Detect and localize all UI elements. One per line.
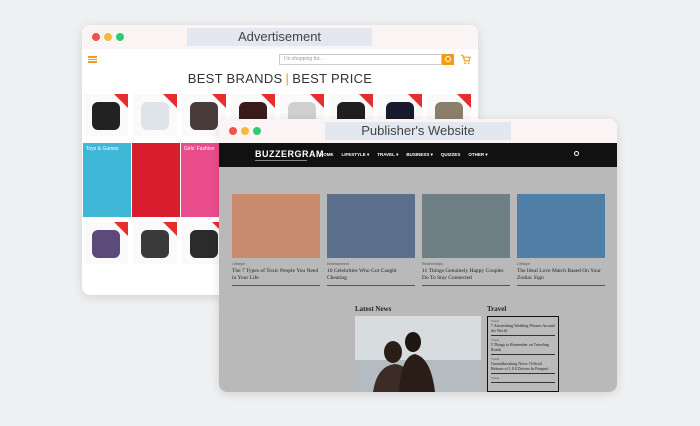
search-button[interactable] [442, 54, 454, 65]
headline-left: BEST BRANDS [187, 71, 283, 86]
travel-list: Travel 7 Astonishing Wedding Phrases Arou… [487, 316, 559, 392]
article-title[interactable]: The 7 Types of Toxic People You Need in … [232, 268, 320, 281]
article-category: Relationships [422, 262, 444, 266]
site-logo[interactable]: BUZZERGRAM [255, 149, 324, 159]
brands-headline: BEST BRANDS | BEST PRICE [82, 71, 478, 93]
product-tile[interactable] [133, 94, 177, 136]
article-underline [517, 285, 605, 286]
discount-badge [114, 94, 128, 108]
product-tile[interactable] [84, 94, 128, 136]
site-navbar: BUZZERGRAM HOME LIFESTYLE ▾ TRAVEL ▾ BUS… [219, 143, 617, 167]
article-category: Lifestyle [232, 262, 245, 266]
search-input[interactable]: I'm shopping for... [279, 54, 442, 65]
article-category: Lifestyle [517, 262, 530, 266]
article-image[interactable] [327, 194, 415, 258]
headline-right: BEST PRICE [292, 71, 373, 86]
article-underline [422, 285, 510, 286]
discount-badge [310, 94, 324, 108]
article-card[interactable]: Entertainment 10 Celebrities Who Got Caug… [327, 194, 415, 286]
product-tile[interactable] [84, 222, 128, 264]
nav-menu: HOME LIFESTYLE ▾ TRAVEL ▾ BUSINESS ▾ QUI… [320, 152, 488, 158]
article-card[interactable]: Lifestyle The Ideal Love Match Based On Y… [517, 194, 605, 286]
travel-item[interactable]: Travel [488, 374, 558, 383]
publisher-window: Publisher's Website BUZZERGRAM HOME LIFE… [219, 119, 617, 392]
discount-badge [163, 222, 177, 236]
discount-badge [261, 94, 275, 108]
article-title[interactable]: 11 Things Genuinely Happy Couples Do To … [422, 268, 510, 281]
ad-window-title: Advertisement [187, 28, 372, 46]
article-card[interactable]: Lifestyle The 7 Types of Toxic People You… [232, 194, 320, 286]
site-content: Lifestyle The 7 Types of Toxic People You… [219, 167, 617, 392]
discount-badge [359, 94, 373, 108]
discount-badge [212, 94, 226, 108]
maximize-dot-icon[interactable] [116, 33, 124, 41]
category-banner[interactable]: Toys & Games [83, 143, 131, 217]
logo-underline [255, 160, 307, 161]
discount-badge [457, 94, 471, 108]
nav-item-other[interactable]: OTHER ▾ [468, 152, 487, 158]
nav-item-business[interactable]: BUSINESS ▾ [406, 152, 433, 158]
travel-item-title[interactable]: 7 Astonishing Wedding Phrases Around the… [491, 323, 555, 333]
window-controls [92, 33, 124, 41]
minimize-dot-icon[interactable] [104, 33, 112, 41]
banner-title: Girls' Fashion [184, 146, 215, 152]
nav-item-quizzes[interactable]: QUIZZES [441, 152, 461, 158]
travel-heading: Travel [487, 305, 507, 313]
pub-window-title: Publisher's Website [325, 122, 511, 140]
latest-news-heading: Latest News [355, 305, 392, 313]
cart-icon[interactable] [460, 53, 471, 65]
headline-separator: | [285, 71, 290, 86]
banner-title: Toys & Games [86, 146, 119, 152]
article-title[interactable]: The Ideal Love Match Based On Your Zodia… [517, 268, 605, 281]
ad-titlebar: Advertisement [82, 25, 478, 49]
article-card[interactable]: Relationships 11 Things Genuinely Happy C… [422, 194, 510, 286]
article-image[interactable] [232, 194, 320, 258]
close-dot-icon[interactable] [229, 127, 237, 135]
travel-item-underline [491, 382, 555, 383]
window-controls [229, 127, 261, 135]
nav-item-travel[interactable]: TRAVEL ▾ [377, 152, 398, 158]
discount-badge [163, 94, 177, 108]
article-title[interactable]: 10 Celebrities Who Got Caught Cheating [327, 268, 415, 281]
article-image[interactable] [422, 194, 510, 258]
shop-header: I'm shopping for... [82, 49, 478, 71]
maximize-dot-icon[interactable] [253, 127, 261, 135]
category-banner[interactable] [132, 143, 180, 217]
article-category: Entertainment [327, 262, 349, 266]
product-tile[interactable] [133, 222, 177, 264]
travel-item[interactable]: Travel 7 Astonishing Wedding Phrases Arou… [488, 317, 558, 336]
nav-item-lifestyle[interactable]: LIFESTYLE ▾ [342, 152, 370, 158]
article-image[interactable] [517, 194, 605, 258]
close-dot-icon[interactable] [92, 33, 100, 41]
travel-item-title[interactable]: 5 Things to Remember on Traveling Roads [491, 342, 555, 352]
travel-item[interactable]: Travel 5 Things to Remember on Traveling … [488, 336, 558, 355]
discount-badge [408, 94, 422, 108]
latest-news-image[interactable] [355, 316, 481, 392]
article-underline [232, 285, 320, 286]
menu-icon[interactable] [88, 56, 97, 63]
search-icon[interactable] [574, 151, 579, 156]
travel-item[interactable]: Travel Groundbreaking News: Official Rele… [488, 355, 558, 374]
travel-item-title[interactable]: Groundbreaking News: Official Release of… [491, 361, 555, 371]
minimize-dot-icon[interactable] [241, 127, 249, 135]
nav-item-home[interactable]: HOME [320, 152, 334, 158]
pub-titlebar: Publisher's Website [219, 119, 617, 143]
article-underline [327, 285, 415, 286]
discount-badge [114, 222, 128, 236]
travel-item-category: Travel [491, 376, 500, 380]
